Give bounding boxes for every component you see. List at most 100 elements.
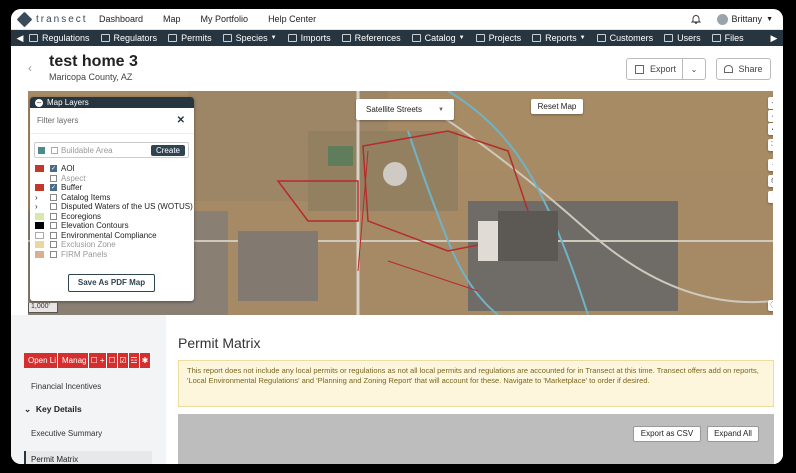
layer-checkbox[interactable] [50, 222, 57, 230]
key-details-header[interactable]: ⌄ Key Details [24, 404, 82, 415]
nav-my-portfolio[interactable]: My Portfolio [201, 14, 249, 24]
layer-checkbox[interactable] [50, 212, 57, 220]
layer-checkbox[interactable] [50, 193, 57, 201]
layer-row[interactable]: ✓ AOI [35, 164, 194, 174]
info-icon[interactable]: ⓘ [768, 300, 773, 311]
nav-item-users[interactable]: Users [664, 33, 701, 43]
report-section: Open Li Manag ☐ + ☐ ☑ ☲ ✱ Financial Ince… [11, 315, 783, 464]
layer-checkbox[interactable] [50, 231, 57, 239]
user-name[interactable]: Brittany [732, 14, 763, 24]
layer-checkbox[interactable] [50, 241, 57, 249]
customers-icon [596, 34, 606, 42]
nav-item-species[interactable]: Species ▼ [222, 33, 277, 43]
nav-map[interactable]: Map [163, 14, 181, 24]
measure-icon[interactable]: ⎯ [768, 159, 773, 171]
nav-item-projects[interactable]: Projects [475, 33, 521, 43]
files-icon [711, 34, 721, 42]
share-button[interactable]: Share [716, 58, 771, 80]
sidebar-item-permit-matrix[interactable]: Permit Matrix [24, 451, 152, 464]
layer-row[interactable]: › Disputed Waters of the US (WOTUS) [35, 202, 194, 212]
add-icon[interactable]: ☐ + [89, 353, 107, 368]
transect-logo[interactable]: transect [16, 11, 99, 27]
nav-item-reports[interactable]: Reports ▼ [532, 33, 586, 43]
layer-row[interactable]: Aspect [35, 174, 194, 184]
nav-item-permits[interactable]: Permits [168, 33, 212, 43]
layer-row[interactable]: › Catalog Items [35, 193, 194, 203]
satellite-map[interactable]: – Map Layers Filter layers ✕ Buildable A… [28, 91, 773, 315]
map-layers-panel: – Map Layers Filter layers ✕ Buildable A… [30, 97, 194, 301]
layer-row[interactable]: Environmental Compliance [35, 231, 194, 241]
layer-checkbox[interactable] [50, 250, 57, 258]
layer-checkbox[interactable] [50, 203, 57, 211]
nav-dashboard[interactable]: Dashboard [99, 14, 143, 24]
buildable-area-label: Buildable Area [61, 145, 113, 155]
compass-icon[interactable]: ▲ [768, 123, 773, 135]
reset-map-button[interactable]: Reset Map [531, 99, 583, 114]
layer-row[interactable]: FIRM Panels [35, 250, 194, 260]
close-icon[interactable]: ✕ [177, 115, 185, 126]
filter-layers-input[interactable]: Filter layers ✕ [30, 108, 194, 134]
zoom-out-icon[interactable]: − [768, 110, 773, 122]
checklist-icon[interactable]: ☑ [118, 353, 129, 368]
layer-checkbox[interactable]: ✓ [50, 184, 57, 192]
scroll-right-icon[interactable]: ▶ [765, 33, 783, 44]
document-icon[interactable]: ☐ [107, 353, 118, 368]
buildable-area-checkbox[interactable] [51, 146, 58, 154]
expand-all-button[interactable]: Expand All [707, 426, 759, 442]
regulators-icon [100, 34, 110, 42]
sidebar-item-executive-summary[interactable]: Executive Summary [31, 429, 102, 438]
logo-text: transect [36, 13, 88, 25]
avatar[interactable] [716, 13, 728, 25]
nav-item-imports[interactable]: Imports [287, 33, 331, 43]
top-nav: Dashboard Map My Portfolio Help Center [99, 14, 336, 24]
nav-item-customers[interactable]: Customers [596, 33, 654, 43]
layer-row[interactable]: Elevation Contours [35, 221, 194, 231]
bell-icon[interactable] [690, 14, 701, 25]
star-icon[interactable]: ✱ [140, 353, 151, 368]
print-icon[interactable]: ⎙ [768, 175, 773, 187]
nav-item-label: References [354, 33, 401, 43]
layer-row[interactable]: Exclusion Zone [35, 240, 194, 250]
sidebar-item-financial-incentives[interactable]: Financial Incentives [31, 382, 101, 391]
buildable-area-field[interactable]: Buildable Area Create [34, 142, 189, 158]
chevron-down-icon: ⌄ [24, 404, 32, 414]
nav-item-label: Regulations [42, 33, 90, 43]
nav-item-references[interactable]: References [341, 33, 401, 43]
nav-item-label: Permits [181, 33, 212, 43]
layer-checkbox[interactable]: ✓ [50, 165, 57, 173]
collapse-icon[interactable]: – [35, 98, 43, 107]
export-button[interactable]: Export ⌄ [626, 58, 706, 80]
create-button[interactable]: Create [151, 145, 185, 156]
layer-row[interactable]: ✓ Buffer [35, 183, 194, 193]
add-user-icon [724, 65, 734, 73]
zoom-in-icon[interactable]: + [768, 97, 773, 109]
nav-item-catalog[interactable]: Catalog ▼ [411, 33, 465, 43]
page-title: test home 3 [49, 53, 138, 70]
nav-item-regulations[interactable]: Regulations [29, 33, 90, 43]
list-icon[interactable]: ☲ [129, 353, 140, 368]
projects-icon [475, 34, 485, 42]
chevron-down-icon[interactable]: ▼ [766, 16, 773, 23]
layer-checkbox[interactable] [50, 174, 57, 182]
nav-help-center[interactable]: Help Center [268, 14, 316, 24]
chevron-down-icon: ▼ [579, 35, 586, 41]
fullscreen-icon[interactable]: ⛶ [768, 139, 773, 151]
download-icon[interactable]: ↧ [768, 191, 773, 203]
nav-item-files[interactable]: Files [711, 33, 744, 43]
manage-button[interactable]: Manag [58, 353, 89, 368]
basemap-select[interactable]: Satellite Streets ▼ [356, 99, 454, 120]
layer-row[interactable]: Ecoregions [35, 212, 194, 222]
expand-chevron-icon[interactable]: › [35, 193, 44, 202]
expand-chevron-icon[interactable]: › [35, 202, 44, 211]
nav-item-label: Customers [609, 33, 654, 43]
imports-icon [287, 34, 297, 42]
export-csv-button[interactable]: Export as CSV [633, 426, 701, 442]
save-pdf-map-button[interactable]: Save As PDF Map [68, 274, 155, 292]
chevron-down-icon[interactable]: ⌄ [683, 65, 705, 74]
chevron-down-icon: ▼ [270, 35, 277, 41]
map-layers-header[interactable]: – Map Layers [30, 97, 194, 108]
nav-item-regulators[interactable]: Regulators [100, 33, 157, 43]
open-button[interactable]: Open Li [24, 353, 58, 368]
back-chevron-icon[interactable]: ‹ [28, 61, 32, 75]
scroll-left-icon[interactable]: ◀ [11, 33, 29, 44]
